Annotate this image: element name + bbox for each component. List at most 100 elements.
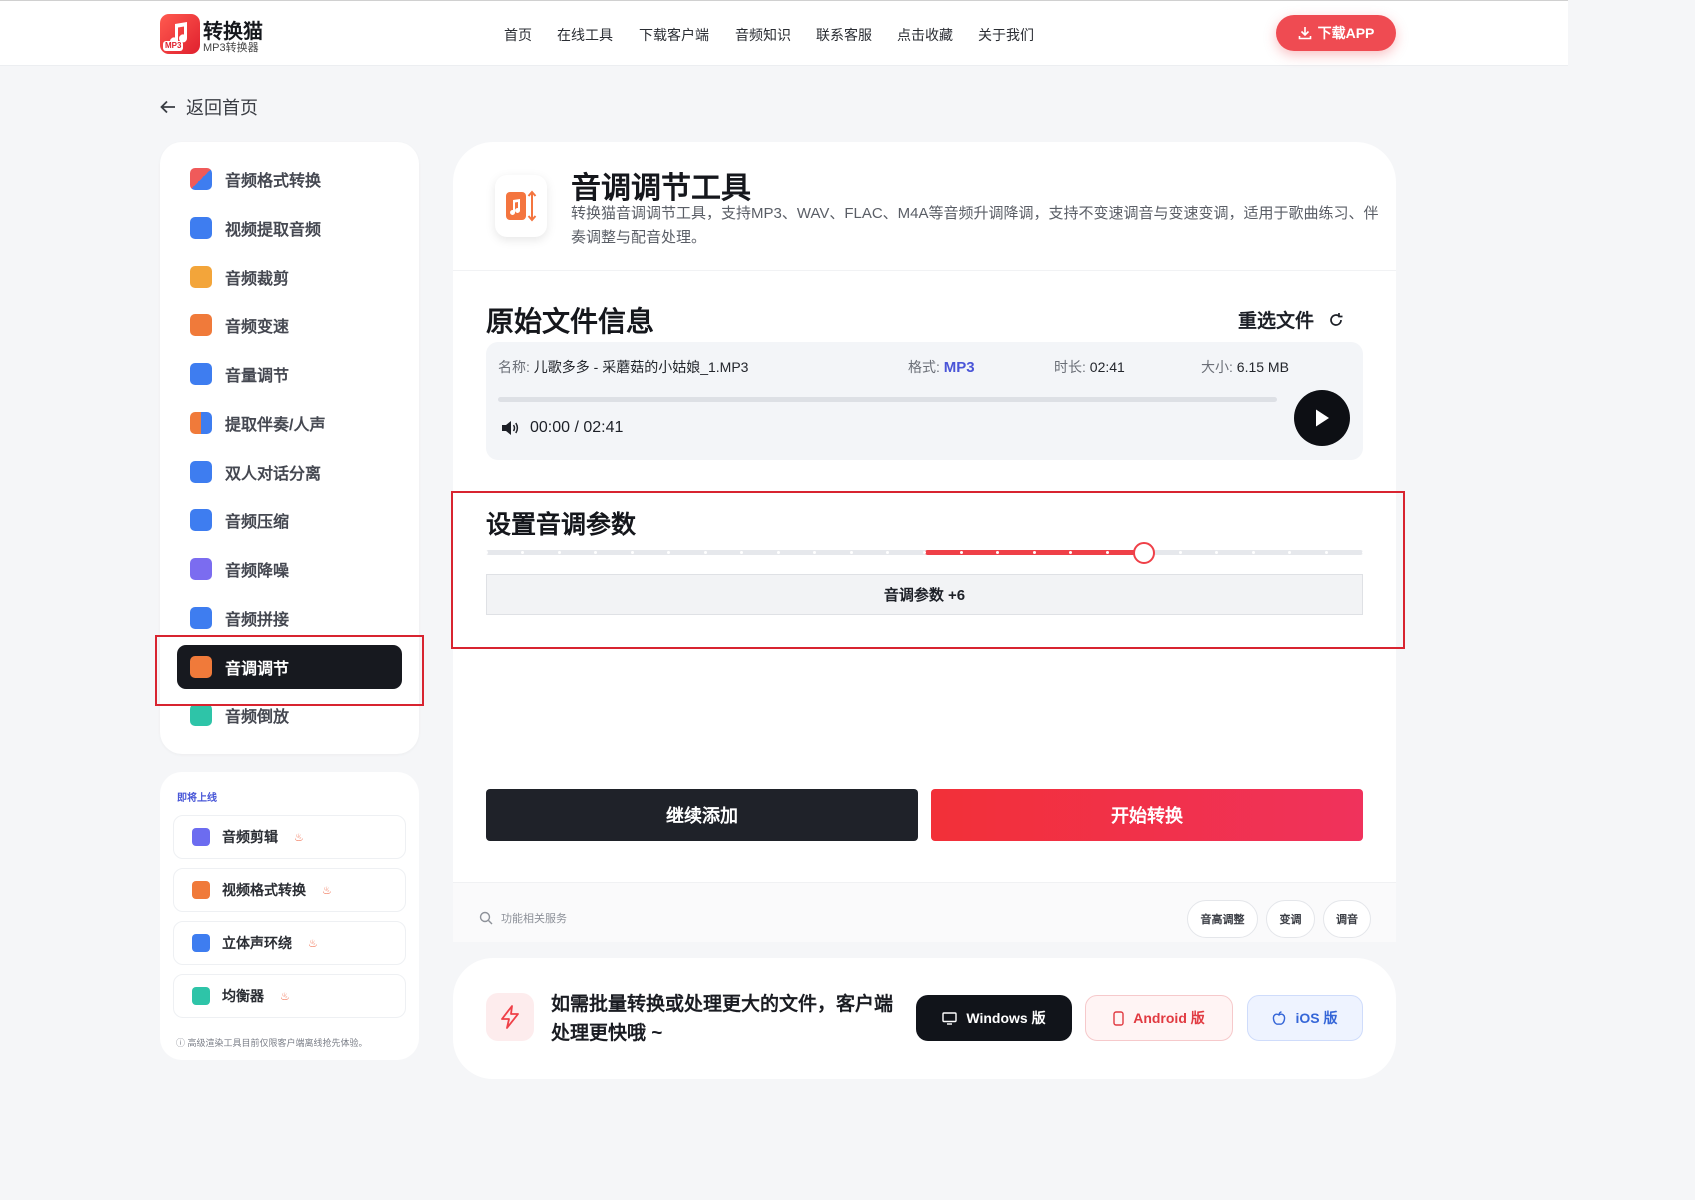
pitch-slider-handle[interactable] bbox=[1132, 542, 1155, 564]
equalizer-icon bbox=[192, 987, 210, 1005]
arrow-left-icon bbox=[160, 100, 175, 114]
ios-download-button[interactable]: iOS 版 bbox=[1247, 995, 1363, 1041]
promo-text: 如需批量转换或处理更大的文件，客户端处理更快哦 ~ bbox=[551, 994, 894, 1044]
pitch-settings-title: 设置音调参数 bbox=[486, 511, 637, 539]
player-time-row: 00:00 / 02:41 bbox=[500, 419, 623, 437]
reverse-icon bbox=[190, 704, 212, 726]
logo-subtitle: MP3转换器 bbox=[203, 42, 259, 54]
file-format-row: 格式: MP3 bbox=[908, 357, 975, 377]
sidebar-item-audio-trim[interactable]: 音频裁剪 bbox=[177, 257, 402, 297]
fire-icon: ♨ bbox=[322, 884, 332, 897]
windows-download-button[interactable]: Windows 版 bbox=[916, 995, 1072, 1041]
tool-description: 转换猫音调调节工具，支持MP3、WAV、FLAC、M4A等音频升调降调，支持不变… bbox=[571, 205, 1379, 246]
continue-add-button[interactable]: 继续添加 bbox=[486, 789, 918, 841]
coming-soon-label: 均衡器 bbox=[222, 988, 264, 1004]
nav-about[interactable]: 关于我们 bbox=[978, 25, 1034, 45]
file-size-row: 大小: 6.15 MB bbox=[1201, 357, 1289, 377]
android-download-button[interactable]: Android 版 bbox=[1085, 995, 1233, 1041]
related-services-label: 功能相关服务 bbox=[501, 913, 567, 925]
coming-soon-label: 音频剪辑 bbox=[222, 829, 278, 845]
play-button[interactable] bbox=[1294, 390, 1350, 446]
start-convert-button[interactable]: 开始转换 bbox=[931, 789, 1363, 841]
sidebar-item-speed[interactable]: 音频变速 bbox=[177, 305, 402, 345]
file-duration-label: 时长: bbox=[1054, 359, 1086, 375]
nav-contact[interactable]: 联系客服 bbox=[816, 25, 872, 45]
reselect-label: 重选文件 bbox=[1238, 311, 1315, 332]
windows-label: Windows 版 bbox=[966, 1010, 1046, 1026]
nav-home[interactable]: 首页 bbox=[504, 25, 532, 45]
player-time: 00:00 / 02:41 bbox=[530, 419, 624, 436]
coming-soon-item-video-convert[interactable]: 视频格式转换 ♨ bbox=[173, 868, 406, 912]
tag-tuning[interactable]: 调音 bbox=[1323, 900, 1371, 938]
apple-icon bbox=[1273, 1010, 1286, 1025]
reselect-file-button[interactable]: 重选文件 bbox=[1238, 306, 1344, 333]
download-icon bbox=[1298, 27, 1311, 40]
pitch-slider-tick bbox=[1361, 551, 1365, 554]
sidebar-item-label: 音量调节 bbox=[225, 368, 290, 385]
coming-soon-item-equalizer[interactable]: 均衡器 ♨ bbox=[173, 974, 406, 1018]
file-name-row: 名称: 儿歌多多 - 采蘑菇的小姑娘_1.MP3 bbox=[498, 357, 748, 377]
playback-progress-bar[interactable] bbox=[498, 397, 1277, 402]
dialogue-icon bbox=[190, 461, 212, 483]
coming-soon-label: 立体声环绕 bbox=[222, 935, 292, 951]
fire-icon: ♨ bbox=[294, 831, 304, 844]
tool-title: 音调调节工具 bbox=[571, 172, 751, 205]
tag-pitch-adjust[interactable]: 音高调整 bbox=[1187, 900, 1258, 938]
active-item-highlight-box bbox=[155, 635, 424, 706]
fire-icon: ♨ bbox=[308, 937, 318, 950]
sidebar-item-vocal[interactable]: 提取伴奏/人声 bbox=[177, 403, 402, 443]
file-format-value: MP3 bbox=[943, 359, 975, 376]
back-home-link[interactable]: 返回首页 bbox=[160, 94, 258, 120]
pitch-slider-tick bbox=[849, 551, 853, 554]
download-app-button[interactable]: 下载APP bbox=[1276, 15, 1396, 51]
nav-download-client[interactable]: 下载客户端 bbox=[639, 25, 709, 45]
coming-soon-item-audio-edit[interactable]: 音频剪辑 ♨ bbox=[173, 815, 406, 859]
sidebar-item-label: 视频提取音频 bbox=[225, 222, 322, 239]
header-divider bbox=[453, 270, 1396, 271]
file-format-label: 格式: bbox=[908, 359, 940, 375]
sidebar-item-video-extract[interactable]: 视频提取音频 bbox=[177, 208, 402, 248]
sidebar-item-label: 音频变速 bbox=[225, 319, 290, 336]
volume-speaker-icon[interactable] bbox=[500, 419, 520, 437]
scissors-icon bbox=[192, 828, 210, 846]
file-duration-row: 时长: 02:41 bbox=[1054, 357, 1125, 377]
file-info-title: 原始文件信息 bbox=[486, 306, 655, 337]
pitch-slider-tick bbox=[959, 551, 963, 554]
refresh-icon bbox=[1330, 312, 1343, 326]
sidebar-item-label: 音频裁剪 bbox=[225, 271, 290, 288]
pitch-slider-tick bbox=[776, 551, 780, 554]
monitor-icon bbox=[942, 1011, 958, 1025]
sidebar-item-label: 音频压缩 bbox=[225, 514, 290, 531]
logo-icon[interactable]: MP3 bbox=[160, 14, 200, 54]
pitch-slider-tick bbox=[484, 551, 488, 554]
nav-audio-knowledge[interactable]: 音频知识 bbox=[735, 25, 791, 45]
pitch-slider-tick bbox=[1105, 551, 1109, 554]
coming-soon-item-surround[interactable]: 立体声环绕 ♨ bbox=[173, 921, 406, 965]
sidebar-item-denoise[interactable]: 音频降噪 bbox=[177, 549, 402, 589]
format-convert-icon bbox=[190, 168, 212, 190]
sidebar-item-dialogue[interactable]: 双人对话分离 bbox=[177, 452, 402, 492]
sidebar-item-label: 提取伴奏/人声 bbox=[225, 417, 326, 434]
lightning-icon bbox=[486, 993, 534, 1041]
pitch-slider-tick bbox=[630, 551, 634, 554]
related-services: 功能相关服务 bbox=[479, 910, 567, 926]
nav-online-tools[interactable]: 在线工具 bbox=[557, 25, 613, 45]
android-label: Android 版 bbox=[1133, 1010, 1205, 1026]
pitch-param-display: 音调参数 +6 bbox=[486, 574, 1363, 615]
pitch-slider-tick bbox=[1032, 551, 1036, 554]
sidebar-item-label: 音频倒放 bbox=[225, 709, 290, 726]
sidebar-item-label: 音频拼接 bbox=[225, 612, 290, 629]
sidebar-item-compress[interactable]: 音频压缩 bbox=[177, 500, 402, 540]
nav-bookmark[interactable]: 点击收藏 bbox=[897, 25, 953, 45]
denoise-icon bbox=[190, 558, 212, 580]
pitch-slider-tick bbox=[1324, 551, 1328, 554]
volume-icon bbox=[190, 363, 212, 385]
file-name-label: 名称: bbox=[498, 359, 530, 375]
file-name-value: 儿歌多多 - 采蘑菇的小姑娘_1.MP3 bbox=[533, 359, 749, 375]
sidebar-item-format-convert[interactable]: 音频格式转换 bbox=[177, 159, 402, 199]
sidebar-item-volume[interactable]: 音量调节 bbox=[177, 354, 402, 394]
sidebar-item-merge[interactable]: 音频拼接 bbox=[177, 598, 402, 638]
tag-transpose[interactable]: 变调 bbox=[1266, 900, 1315, 938]
merge-icon bbox=[190, 607, 212, 629]
sidebar-item-label: 音频格式转换 bbox=[225, 173, 322, 190]
